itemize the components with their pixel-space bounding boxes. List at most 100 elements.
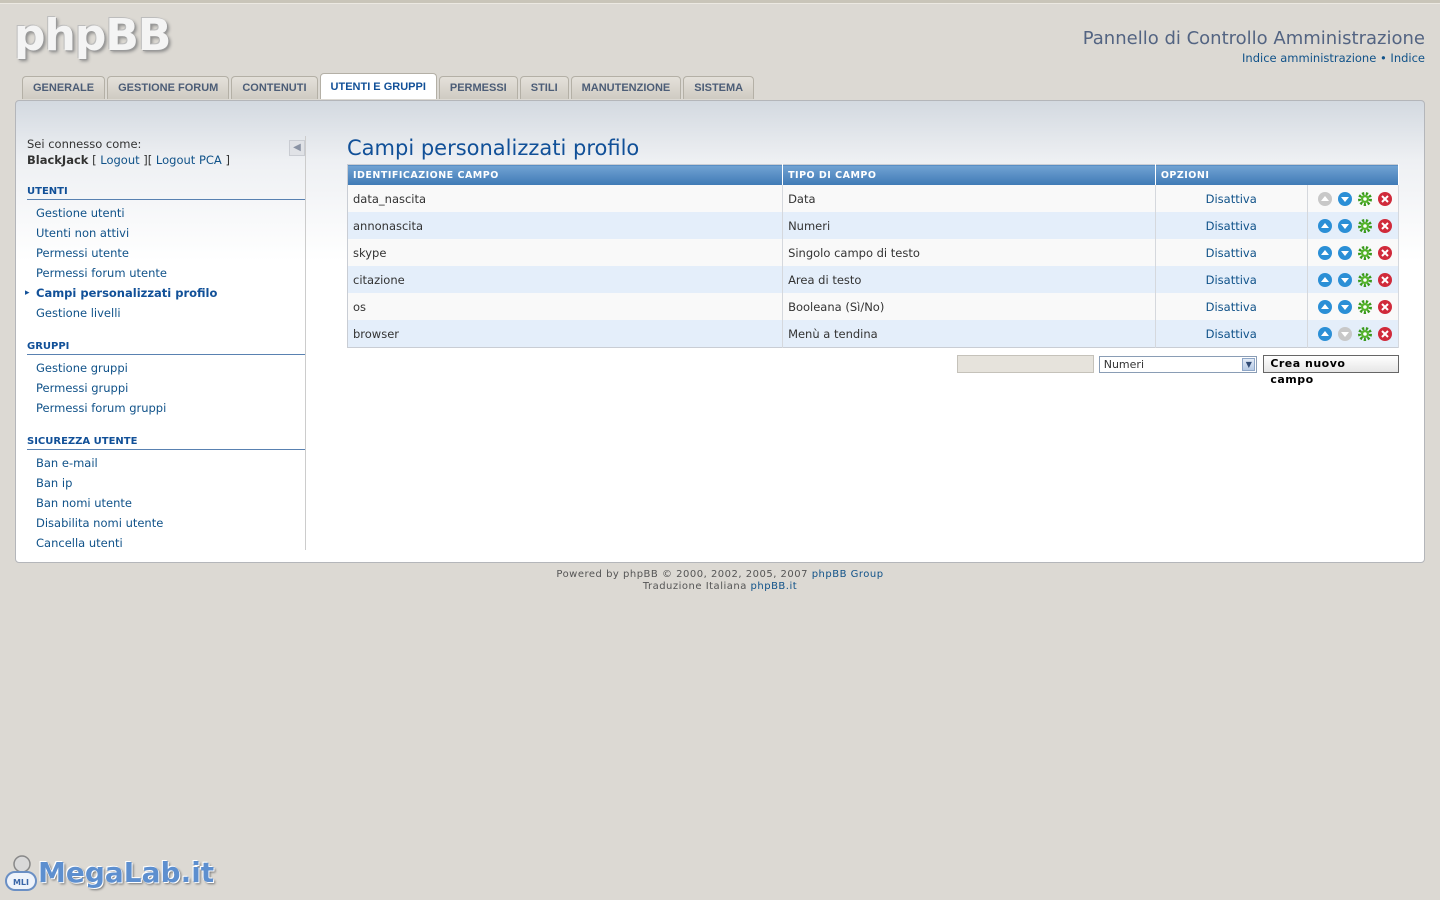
field-actions — [1307, 266, 1400, 293]
sidebar-item-gestione-livelli[interactable]: Gestione livelli — [27, 303, 305, 323]
index-link[interactable]: Indice — [1390, 51, 1425, 65]
sidebar-item-gestione-gruppi[interactable]: Gestione gruppi — [27, 358, 305, 378]
menu-heading-utenti: Utenti — [27, 186, 305, 200]
field-actions — [1307, 320, 1400, 348]
sidebar-item-cancella-utenti[interactable]: Cancella utenti — [27, 533, 305, 553]
phpbb-logo[interactable]: phpBB — [14, 10, 171, 61]
sidebar-item-permessi-gruppi[interactable]: Permessi gruppi — [27, 378, 305, 398]
tab-generale[interactable]: Generale — [22, 76, 106, 99]
logged-as-label: Sei connesso come: — [27, 137, 142, 151]
move-down-icon[interactable] — [1337, 299, 1353, 315]
menu-heading-gruppi: Gruppi — [27, 341, 305, 355]
field-type: Data — [782, 185, 1156, 212]
logout-link[interactable]: Logout — [100, 153, 139, 167]
field-type-selected: Numeri — [1103, 357, 1144, 371]
create-field-button[interactable]: Crea nuovo campo — [1263, 355, 1399, 386]
sidebar-item-ban-email[interactable]: Ban e-mail — [27, 453, 305, 473]
profile-fields-table: Identificazione campo Tipo di campo Opzi… — [347, 164, 1400, 348]
move-up-icon[interactable] — [1317, 272, 1333, 288]
field-status-cell: Disattiva — [1155, 185, 1308, 212]
page-title: Campi personalizzati profilo — [347, 136, 640, 160]
sidebar-item-ban-ip[interactable]: Ban ip — [27, 473, 305, 493]
field-status-cell: Disattiva — [1155, 266, 1308, 293]
field-actions — [1307, 212, 1400, 239]
tab-sistema[interactable]: Sistema — [683, 76, 755, 99]
sidebar-item-permessi-utente[interactable]: Permessi utente — [27, 243, 305, 263]
move-up-icon[interactable] — [1317, 326, 1333, 342]
field-type: Numeri — [782, 212, 1156, 239]
move-down-icon[interactable] — [1337, 191, 1353, 207]
move-down-icon — [1338, 326, 1352, 341]
move-up-icon[interactable] — [1317, 245, 1333, 261]
main-tabs: Generale Gestione forum Contenuti Utenti… — [22, 73, 756, 99]
gear-icon[interactable] — [1357, 326, 1373, 342]
phpbb-group-link[interactable]: phpBB Group — [812, 569, 884, 580]
new-field-name-input[interactable] — [957, 355, 1094, 373]
sidebar-item-disabilita-nomi[interactable]: Disabilita nomi utente — [27, 513, 305, 533]
phpbb-it-link[interactable]: phpBB.it — [751, 581, 798, 592]
sidebar-item-permessi-forum-utente[interactable]: Permessi forum utente — [27, 263, 305, 283]
move-down-icon[interactable] — [1337, 218, 1353, 234]
move-down-icon[interactable] — [1337, 245, 1353, 261]
field-actions — [1307, 185, 1400, 212]
sidebar-item-campi-personalizzati[interactable]: Campi personalizzati profilo — [25, 283, 305, 303]
sidebar-item-ban-nomi-utente[interactable]: Ban nomi utente — [27, 493, 305, 513]
field-status-cell: Disattiva — [1155, 239, 1308, 266]
delete-icon[interactable] — [1377, 191, 1393, 207]
top-border — [0, 0, 1440, 4]
chevron-down-icon[interactable]: ▼ — [1242, 357, 1256, 371]
admin-index-link[interactable]: Indice amministrazione — [1242, 51, 1376, 65]
field-actions — [1307, 239, 1400, 266]
gear-icon[interactable] — [1357, 272, 1373, 288]
page-header-title: Pannello di Controllo Amministrazione — [1082, 28, 1425, 49]
megalab-watermark: MLI MegaLab.it — [2, 852, 214, 892]
table-row: citazione Area di testo Disattiva — [347, 266, 1400, 293]
sidebar-item-gestione-utenti[interactable]: Gestione utenti — [27, 203, 305, 223]
delete-icon[interactable] — [1377, 326, 1393, 342]
move-down-icon[interactable] — [1337, 272, 1353, 288]
sidebar: Sei connesso come: BlackJack [ Logout ][… — [25, 136, 306, 553]
watermark-badge: MLI — [13, 878, 29, 887]
deactivate-link[interactable]: Disattiva — [1206, 300, 1257, 314]
tab-stili[interactable]: Stili — [519, 76, 569, 99]
field-status-cell: Disattiva — [1155, 320, 1308, 348]
deactivate-link[interactable]: Disattiva — [1206, 246, 1257, 260]
field-status-cell: Disattiva — [1155, 293, 1308, 320]
field-type-select[interactable]: Numeri ▼ — [1098, 355, 1258, 373]
deactivate-link[interactable]: Disattiva — [1206, 192, 1257, 206]
logout-acp-link[interactable]: Logout PCA — [156, 153, 222, 167]
gear-icon[interactable] — [1357, 299, 1373, 315]
field-identifier: os — [347, 293, 784, 320]
delete-icon[interactable] — [1377, 218, 1393, 234]
link-separator: • — [1379, 51, 1387, 65]
move-up-icon[interactable] — [1317, 218, 1333, 234]
header-links: Indice amministrazione • Indice — [1242, 51, 1425, 65]
move-up-icon — [1318, 191, 1332, 206]
tab-utenti-e-gruppi[interactable]: Utenti e gruppi — [319, 73, 437, 99]
sidebar-item-permessi-forum-gruppi[interactable]: Permessi forum gruppi — [27, 398, 305, 418]
tab-manutenzione[interactable]: Manutenzione — [570, 76, 682, 99]
watermark-text: MegaLab.it — [38, 855, 215, 889]
move-up-icon[interactable] — [1317, 299, 1333, 315]
menu-section-utenti: Utenti Gestione utenti Utenti non attivi… — [25, 186, 305, 323]
deactivate-link[interactable]: Disattiva — [1206, 273, 1257, 287]
gear-icon[interactable] — [1357, 191, 1373, 207]
deactivate-link[interactable]: Disattiva — [1206, 327, 1257, 341]
tab-permessi[interactable]: Permessi — [438, 76, 518, 99]
gear-icon[interactable] — [1357, 245, 1373, 261]
delete-icon[interactable] — [1377, 272, 1393, 288]
menu-section-sicurezza: Sicurezza utente Ban e-mail Ban ip Ban n… — [27, 436, 305, 553]
delete-icon[interactable] — [1377, 245, 1393, 261]
tab-contenuti[interactable]: Contenuti — [231, 76, 318, 99]
field-type: Area di testo — [782, 266, 1156, 293]
table-row: browser Menù a tendina Disattiva — [347, 320, 1400, 348]
sidebar-item-utenti-non-attivi[interactable]: Utenti non attivi — [27, 223, 305, 243]
translation-text: Traduzione Italiana — [642, 581, 747, 592]
gear-icon[interactable] — [1357, 218, 1373, 234]
content-panel: Sei connesso come: BlackJack [ Logout ][… — [15, 100, 1425, 563]
field-type: Booleana (Sì/No) — [782, 293, 1156, 320]
delete-icon[interactable] — [1377, 299, 1393, 315]
collapse-sidebar-icon[interactable]: ◀ — [289, 140, 305, 156]
deactivate-link[interactable]: Disattiva — [1206, 219, 1257, 233]
tab-gestione-forum[interactable]: Gestione forum — [107, 76, 230, 99]
